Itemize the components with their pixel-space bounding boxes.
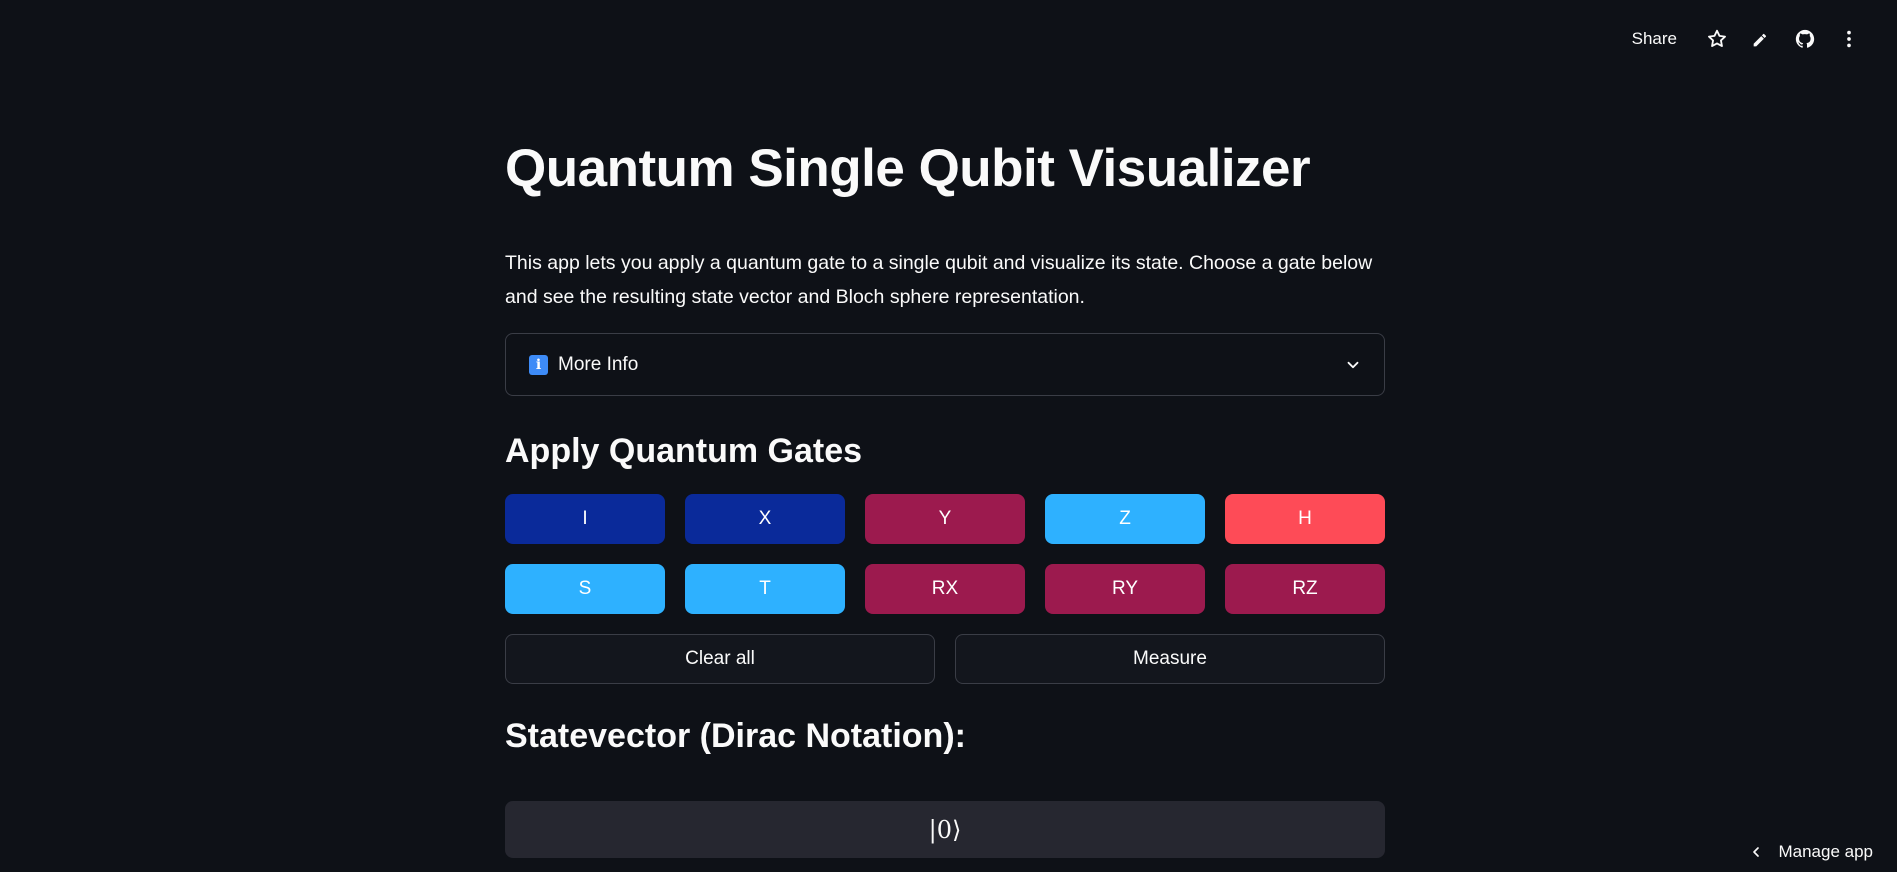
gate-button-s[interactable]: S (505, 564, 665, 614)
gate-button-x[interactable]: X (685, 494, 845, 544)
statevector-heading: Statevector (Dirac Notation): (505, 717, 966, 755)
gate-button-z[interactable]: Z (1045, 494, 1205, 544)
more-vertical-icon[interactable] (1827, 19, 1871, 59)
clear-all-button[interactable]: Clear all (505, 634, 935, 684)
gate-button-rz[interactable]: RZ (1225, 564, 1385, 614)
manage-app-label: Manage app (1778, 842, 1873, 861)
page-title: Quantum Single Qubit Visualizer (505, 139, 1311, 198)
action-buttons: Clear all Measure (505, 634, 1385, 684)
gate-button-i[interactable]: I (505, 494, 665, 544)
expander-label: More Info (558, 353, 639, 375)
star-icon[interactable] (1695, 19, 1739, 59)
gates-heading: Apply Quantum Gates (505, 432, 863, 470)
gate-button-grid: I X Y Z H S T RX RY RZ (505, 494, 1385, 614)
github-icon[interactable] (1783, 19, 1827, 59)
top-toolbar: Share (0, 0, 1897, 78)
intro-text: This app lets you apply a quantum gate t… (505, 252, 1373, 308)
share-button[interactable]: Share (1622, 23, 1687, 55)
measure-button[interactable]: Measure (955, 634, 1385, 684)
gate-button-rx[interactable]: RX (865, 564, 1025, 614)
statevector-display: |0⟩ (505, 801, 1385, 858)
info-icon: i (529, 354, 548, 375)
more-info-expander[interactable]: i More Info (505, 333, 1385, 396)
manage-app-button[interactable]: Manage app (1748, 842, 1873, 862)
chevron-left-icon (1748, 844, 1764, 860)
gate-button-t[interactable]: T (685, 564, 845, 614)
chevron-down-icon (1344, 356, 1362, 374)
gate-button-h[interactable]: H (1225, 494, 1385, 544)
gate-button-y[interactable]: Y (865, 494, 1025, 544)
pencil-icon[interactable] (1739, 19, 1783, 59)
gate-button-ry[interactable]: RY (1045, 564, 1205, 614)
